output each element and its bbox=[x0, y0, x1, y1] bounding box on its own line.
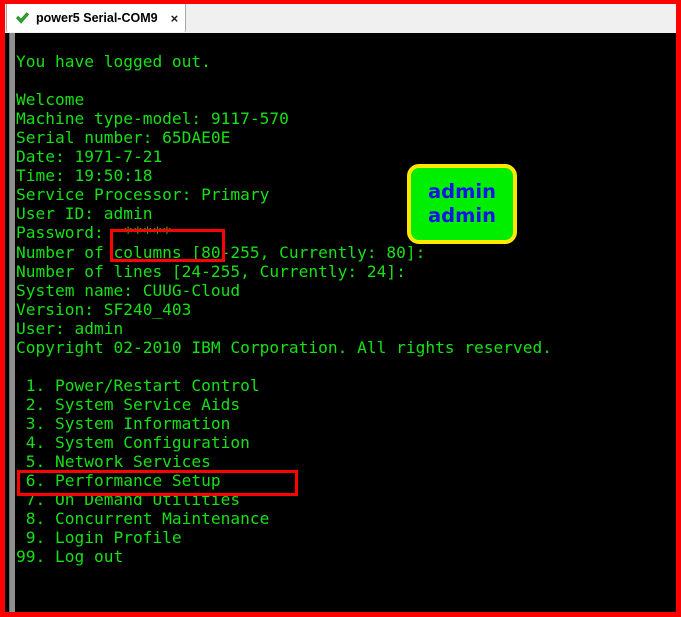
terminal-line: 9. Login Profile bbox=[16, 528, 182, 548]
terminal-line: Welcome bbox=[16, 90, 85, 110]
terminal-line: 3. System Information bbox=[16, 413, 231, 433]
terminal-line: 5. Network Services bbox=[16, 452, 211, 472]
scrollbar-track[interactable] bbox=[7, 33, 15, 612]
terminal-line: You have logged out. bbox=[16, 52, 211, 72]
scrollbar-thumb[interactable] bbox=[9, 33, 15, 612]
terminal-line: 4. System Configuration bbox=[16, 432, 250, 452]
terminal-line: Number of columns [80-255, Currently: 80… bbox=[16, 242, 426, 262]
terminal-line: 99. Log out bbox=[16, 547, 124, 567]
callout-line-password: admin bbox=[427, 204, 496, 227]
terminal-line: Time: 19:50:18 bbox=[16, 166, 153, 186]
terminal-line: 1. Power/Restart Control bbox=[16, 375, 260, 395]
terminal-line: 7. On Demand Utilities bbox=[16, 490, 241, 510]
close-icon[interactable]: × bbox=[171, 12, 179, 25]
terminal-line: User: admin bbox=[16, 318, 124, 338]
tab-strip: power5 Serial-COM9 × bbox=[5, 4, 676, 33]
callout-credentials-note: admin admin bbox=[407, 164, 517, 244]
tab-power5-serial-com9[interactable]: power5 Serial-COM9 × bbox=[6, 4, 187, 32]
terminal-line: Number of lines [24-255, Currently: 24]: bbox=[16, 261, 406, 281]
terminal-window: power5 Serial-COM9 × You have logged out… bbox=[0, 0, 681, 617]
terminal-line: Date: 1971-7-21 bbox=[16, 147, 163, 167]
terminal-line: Machine type-model: 9117-570 bbox=[16, 109, 289, 129]
terminal-line: Version: SF240_403 bbox=[16, 299, 192, 319]
terminal-screen[interactable]: You have logged out. Welcome Machine type… bbox=[5, 33, 676, 612]
tab-title: power5 Serial-COM9 bbox=[36, 11, 158, 25]
terminal-line: Service Processor: Primary bbox=[16, 185, 270, 205]
callout-line-user: admin bbox=[427, 179, 496, 203]
green-check-icon bbox=[15, 11, 30, 26]
terminal-line: System name: CUUG-Cloud bbox=[16, 280, 241, 300]
terminal-line: User ID: admin bbox=[16, 204, 153, 224]
terminal-line: 2. System Service Aids bbox=[16, 394, 241, 414]
terminal-line: Serial number: 65DAE0E bbox=[16, 128, 231, 148]
terminal-line: Password: ***** bbox=[16, 223, 172, 243]
terminal-line: Copyright 02-2010 IBM Corporation. All r… bbox=[16, 337, 553, 357]
terminal-line: 8. Concurrent Maintenance bbox=[16, 509, 270, 529]
terminal-text-area: You have logged out. Welcome Machine type… bbox=[16, 33, 676, 612]
terminal-line: 6. Performance Setup bbox=[16, 471, 221, 491]
